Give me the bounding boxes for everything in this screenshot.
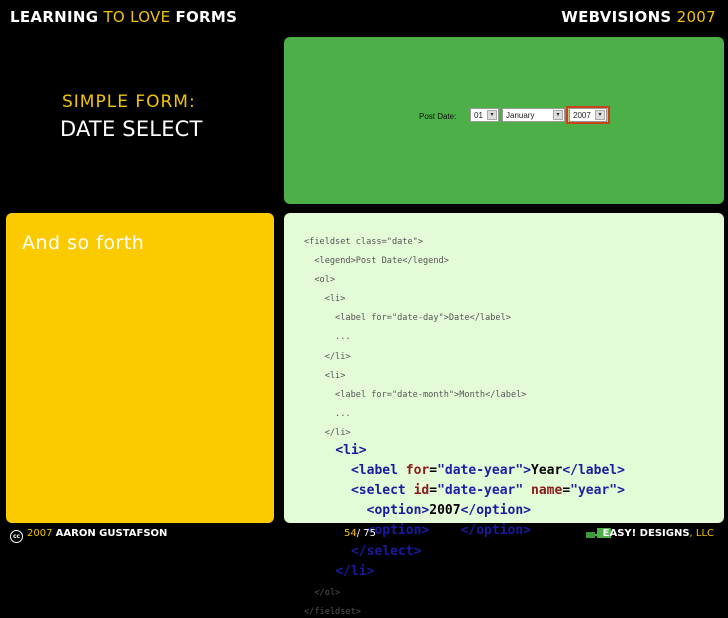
title-forms: FORMS [175, 8, 238, 26]
code-line: <label for="date-month">Month</label> [304, 389, 527, 400]
code-line: <li> [304, 294, 346, 305]
page-total: / 75 [356, 528, 377, 539]
company-credit: EASY! DESIGNS, LLC [603, 528, 714, 539]
author-name: AARON GUSTAFSON [55, 528, 168, 539]
code-line: <label for="date-day">Date</label> [304, 313, 511, 324]
title-to-love: TO LOVE [98, 8, 176, 26]
event-webvisions: WEBVISIONS [561, 8, 672, 26]
caption-text: And so forth [22, 232, 145, 254]
page-current: 54 [344, 528, 357, 539]
day-select[interactable]: 01 ▾ [470, 108, 499, 122]
code-line: <li> [304, 370, 346, 381]
code-line: </li> [304, 427, 351, 438]
code-line: ... [304, 332, 351, 343]
slide-subtitle: SIMPLE FORM: [62, 92, 196, 112]
chevron-down-icon: ▾ [553, 110, 563, 120]
code-line-highlight: </select> [350, 543, 422, 559]
company-suffix: , LLC [689, 528, 714, 539]
code-line-highlight: <option>2008</option> [366, 523, 532, 539]
slide-title: DATE SELECT [60, 117, 203, 141]
code-line: <legend>Post Date</legend> [304, 256, 449, 267]
code-line-highlight: <option>2007</option> [366, 503, 532, 519]
code-block: <fieldset class="date"> <legend>Post Dat… [304, 229, 625, 618]
code-line-highlight: <select id="date-year" name="year"> [350, 483, 625, 499]
year-select[interactable]: 2007 ▾ [569, 108, 607, 122]
code-line: </fieldset> [304, 606, 361, 617]
chevron-down-icon: ▾ [595, 110, 605, 120]
title-learning: LEARNING [10, 8, 99, 26]
event-year: 2007 [671, 8, 716, 26]
code-line: <ol> [304, 275, 336, 286]
code-line-highlight: </li> [335, 563, 375, 579]
chevron-down-icon: ▾ [487, 110, 497, 120]
code-line: <fieldset class="date"> [304, 237, 423, 247]
code-line: ... [304, 408, 351, 419]
code-line: </li> [304, 351, 351, 362]
day-select-value: 01 [474, 111, 483, 120]
month-select-value: January [506, 111, 535, 120]
presentation-title: LEARNING TO LOVE FORMS [10, 8, 237, 26]
page-counter: 54/ 75 [344, 528, 376, 539]
footer-year: 2007 [27, 528, 53, 539]
year-select-value: 2007 [573, 111, 591, 120]
month-select[interactable]: January ▾ [502, 108, 565, 122]
code-line-highlight: <label for="date-year">Year</label> [350, 463, 625, 479]
code-line-highlight: <li> [335, 443, 367, 459]
author-credit: cc 2007 AARON GUSTAFSON [10, 528, 167, 543]
code-panel: <fieldset class="date"> <legend>Post Dat… [284, 213, 724, 617]
code-line: </ol> [304, 587, 341, 598]
company-name: EASY! DESIGNS [602, 528, 690, 539]
post-date-label: Post Date: [419, 112, 457, 121]
creative-commons-icon: cc [10, 530, 23, 543]
event-name: WEBVISIONS 2007 [561, 8, 716, 26]
caption-panel [6, 213, 274, 523]
